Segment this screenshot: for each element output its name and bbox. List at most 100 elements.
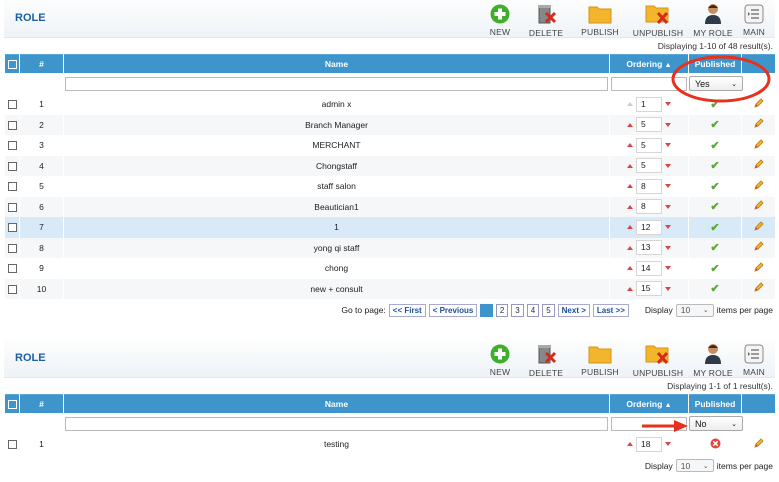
delete-button[interactable]: DELETE [519, 343, 573, 378]
unpublished-x-icon[interactable] [710, 438, 721, 449]
move-up-icon[interactable] [627, 204, 633, 209]
row-checkbox[interactable] [7, 440, 17, 450]
page-1-button[interactable]: 1 [480, 303, 493, 317]
page-3-button[interactable]: 3 [511, 303, 524, 317]
move-down-icon[interactable] [665, 184, 671, 189]
ordering-input[interactable]: 15 [636, 281, 662, 297]
first-page-button[interactable]: << First [388, 303, 426, 317]
role-name[interactable]: Beautician1 [64, 196, 609, 217]
unpublish-button[interactable]: UNPUBLISH [627, 343, 689, 378]
move-down-icon[interactable] [665, 163, 671, 168]
published-check-icon[interactable]: ✔ [710, 242, 719, 254]
per-page-select[interactable]: 10 ⌄ [675, 303, 714, 317]
move-up-icon[interactable] [627, 442, 633, 447]
pencil-edit-icon[interactable] [753, 118, 764, 129]
move-down-icon[interactable] [665, 143, 671, 148]
name-filter-input[interactable] [65, 76, 608, 91]
row-checkbox[interactable] [7, 243, 17, 253]
my-role-button[interactable]: MY ROLE [689, 343, 737, 378]
table-row[interactable]: 7 1 12 ✔ [5, 217, 775, 238]
pencil-edit-icon[interactable] [753, 200, 764, 211]
published-check-icon[interactable]: ✔ [710, 283, 719, 295]
move-down-icon[interactable] [665, 122, 671, 127]
role-name[interactable]: testing [64, 434, 609, 455]
role-name[interactable]: Branch Manager [64, 114, 609, 135]
role-name[interactable]: chong [64, 258, 609, 279]
row-checkbox[interactable] [7, 284, 17, 294]
move-up-icon[interactable] [627, 225, 633, 230]
move-up-icon[interactable] [627, 122, 633, 127]
page-5-button[interactable]: 5 [542, 303, 555, 317]
pencil-edit-icon[interactable] [753, 139, 764, 150]
role-name[interactable]: Chongstaff [64, 155, 609, 176]
table-row[interactable]: 1 admin x 1 ✔ [5, 94, 775, 115]
published-check-icon[interactable]: ✔ [710, 222, 719, 234]
table-row[interactable]: 4 Chongstaff 5 ✔ [5, 155, 775, 176]
delete-button[interactable]: DELETE [519, 3, 573, 38]
row-checkbox[interactable] [7, 141, 17, 151]
ordering-input[interactable]: 14 [636, 260, 662, 276]
move-up-icon[interactable] [627, 163, 633, 168]
per-page-select[interactable]: 10 ⌄ [675, 459, 714, 472]
published-filter-select[interactable]: No ⌄ [689, 416, 743, 431]
pencil-edit-icon[interactable] [753, 282, 764, 293]
name-filter-input[interactable] [65, 416, 608, 431]
ordering-input[interactable]: 1 [636, 96, 662, 112]
table-row[interactable]: 2 Branch Manager 5 ✔ [5, 114, 775, 135]
published-check-icon[interactable]: ✔ [710, 140, 719, 152]
ordering-input[interactable]: 8 [636, 178, 662, 194]
select-all-checkbox[interactable] [7, 400, 17, 410]
ordering-column-header[interactable]: Ordering ▲ [610, 394, 688, 413]
role-name[interactable]: admin x [64, 94, 609, 115]
published-check-icon[interactable]: ✔ [710, 263, 719, 275]
role-name[interactable]: yong qi staff [64, 237, 609, 258]
publish-button[interactable]: PUBLISH [573, 3, 627, 37]
move-down-icon[interactable] [665, 204, 671, 209]
ordering-input[interactable]: 8 [636, 199, 662, 215]
name-column-header[interactable]: Name [64, 394, 609, 413]
row-checkbox[interactable] [7, 223, 17, 233]
pencil-edit-icon[interactable] [753, 438, 764, 449]
published-check-icon[interactable]: ✔ [710, 201, 719, 213]
pencil-edit-icon[interactable] [753, 221, 764, 232]
ordering-input[interactable]: 5 [636, 137, 662, 153]
pencil-edit-icon[interactable] [753, 262, 764, 273]
select-all-header[interactable] [5, 394, 19, 413]
row-checkbox[interactable] [7, 202, 17, 212]
ordering-input[interactable]: 12 [636, 219, 662, 235]
ordering-input[interactable]: 5 [636, 158, 662, 174]
table-row[interactable]: 8 yong qi staff 13 ✔ [5, 237, 775, 258]
ordering-input[interactable]: 18 [636, 436, 662, 452]
role-name[interactable]: 1 [64, 217, 609, 238]
move-down-icon[interactable] [665, 286, 671, 291]
move-down-icon[interactable] [665, 225, 671, 230]
table-row[interactable]: 3 MERCHANT 5 ✔ [5, 135, 775, 156]
ordering-input[interactable]: 5 [636, 117, 662, 133]
table-row[interactable]: 9 chong 14 ✔ [5, 258, 775, 279]
row-checkbox[interactable] [7, 182, 17, 192]
select-all-header[interactable] [5, 54, 19, 73]
move-up-icon[interactable] [627, 286, 633, 291]
next-page-button[interactable]: Next > [557, 303, 590, 317]
pencil-edit-icon[interactable] [753, 241, 764, 252]
row-checkbox[interactable] [7, 120, 17, 130]
page-4-button[interactable]: 4 [526, 303, 540, 317]
published-check-icon[interactable]: ✔ [710, 160, 719, 172]
row-checkbox[interactable] [7, 100, 17, 110]
table-row[interactable]: 10 new + consult 15 ✔ [5, 278, 775, 299]
name-column-header[interactable]: Name [64, 54, 609, 73]
main-button[interactable]: MAIN [737, 343, 771, 377]
role-name[interactable]: new + consult [64, 278, 609, 299]
ordering-input[interactable]: 13 [636, 240, 662, 256]
page-2-button[interactable]: 2 [495, 303, 509, 317]
published-check-icon[interactable]: ✔ [710, 119, 719, 131]
unpublish-button[interactable]: UNPUBLISH [627, 3, 689, 38]
new-button[interactable]: NEW [481, 3, 519, 37]
table-row[interactable]: 6 Beautician1 8 ✔ [5, 196, 775, 217]
move-up-icon[interactable] [627, 245, 633, 250]
publish-button[interactable]: PUBLISH [573, 343, 627, 377]
row-checkbox[interactable] [7, 264, 17, 274]
move-up-icon[interactable] [627, 266, 633, 271]
pencil-edit-icon[interactable] [753, 159, 764, 170]
role-name[interactable]: MERCHANT [64, 135, 609, 156]
